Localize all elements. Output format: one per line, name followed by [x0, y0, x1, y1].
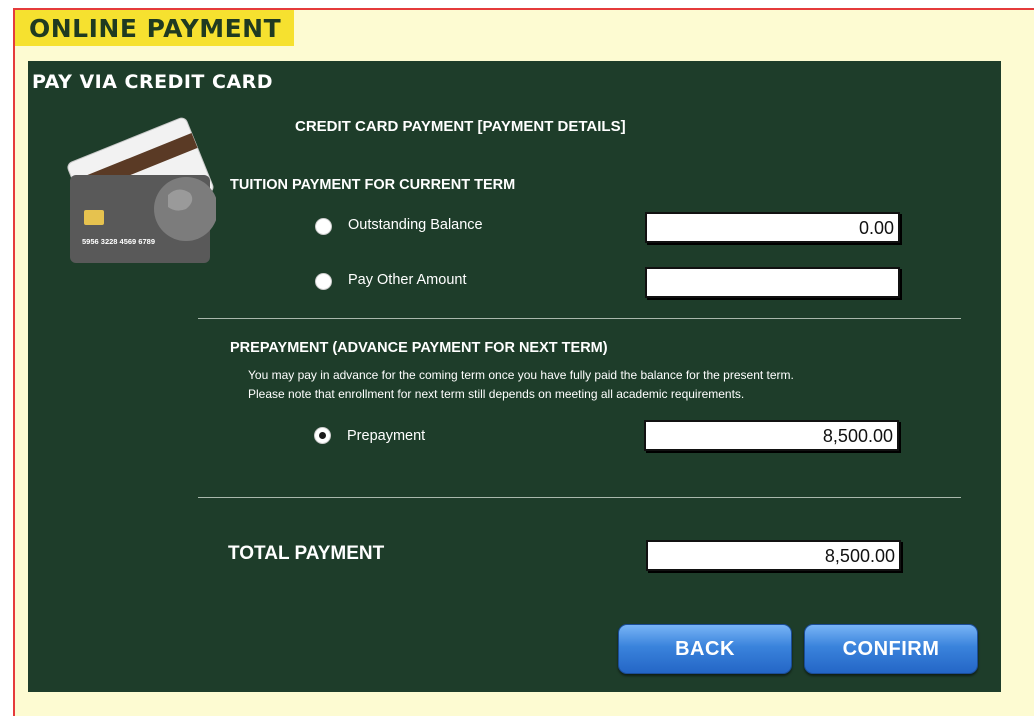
header-tab: ONLINE PAYMENT	[15, 10, 294, 46]
prepayment-note-line-1: You may pay in advance for the coming te…	[248, 368, 794, 382]
details-heading: CREDIT CARD PAYMENT [PAYMENT DETAILS]	[295, 118, 626, 135]
total-payment-field: 8,500.00	[646, 540, 901, 571]
prepayment-label: Prepayment	[347, 428, 426, 444]
pay-other-amount-radio[interactable]	[315, 273, 332, 290]
section-divider	[198, 497, 961, 498]
prepayment-note-line-2: Please note that enrollment for next ter…	[248, 387, 745, 401]
prepayment-heading: PREPAYMENT (ADVANCE PAYMENT FOR NEXT TER…	[230, 340, 608, 356]
page-title: ONLINE PAYMENT	[29, 14, 282, 43]
back-button[interactable]: BACK	[618, 624, 792, 674]
total-payment-label: TOTAL PAYMENT	[228, 543, 385, 564]
prepayment-radio[interactable]	[314, 427, 331, 444]
outstanding-balance-field[interactable]: 0.00	[645, 212, 900, 243]
outstanding-balance-radio[interactable]	[315, 218, 332, 235]
pay-other-amount-field[interactable]	[645, 267, 900, 298]
credit-card-panel: PAY VIA CREDIT CARD 5956 3228 4569 6789 …	[28, 61, 1001, 692]
tuition-heading: TUITION PAYMENT FOR CURRENT TERM	[230, 177, 516, 193]
credit-card-icon: 5956 3228 4569 6789	[67, 117, 216, 263]
confirm-button[interactable]: CONFIRM	[804, 624, 978, 674]
pay-other-amount-label: Pay Other Amount	[348, 272, 467, 288]
card-number: 5956 3228 4569 6789	[82, 237, 155, 246]
outstanding-balance-label: Outstanding Balance	[348, 217, 483, 233]
panel-title: PAY VIA CREDIT CARD	[32, 71, 274, 93]
section-divider	[198, 318, 961, 319]
prepayment-field[interactable]: 8,500.00	[644, 420, 899, 451]
